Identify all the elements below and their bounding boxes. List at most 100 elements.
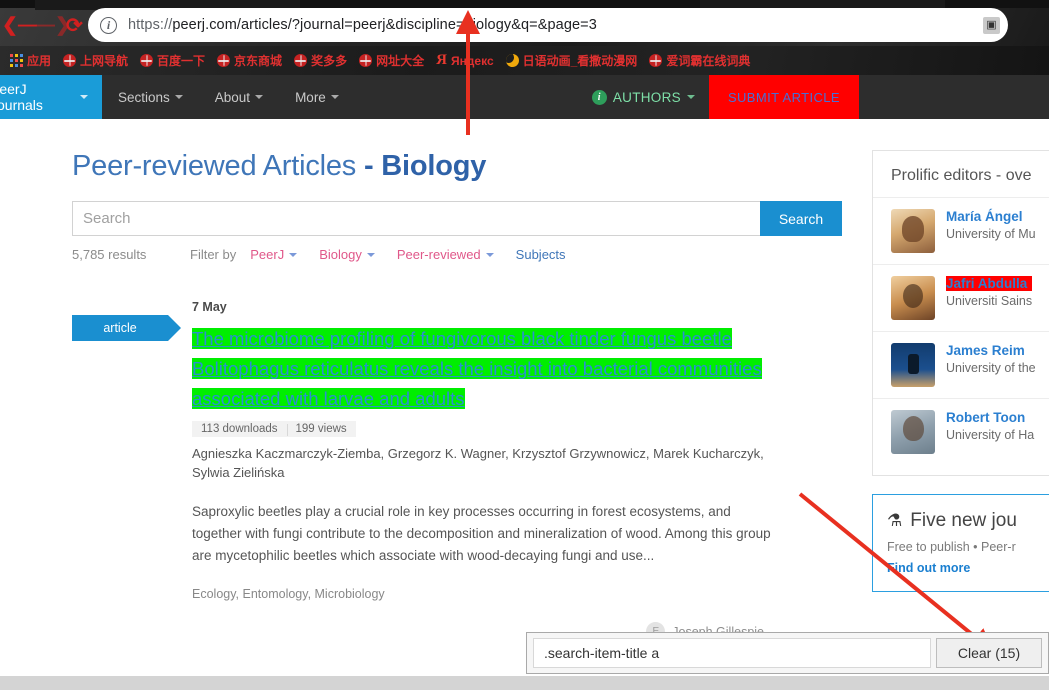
editor-list-item[interactable]: Robert Toon University of Ha xyxy=(873,398,1049,465)
article-type-badge: article xyxy=(72,315,181,341)
article-result-item: article 7 May The microbiome profiling o… xyxy=(72,300,862,661)
bookmark-item-6[interactable]: Я Яндекс xyxy=(430,46,500,75)
article-abstract: Saproxylic beetles play a crucial role i… xyxy=(192,504,771,563)
bookmark-label: 应用 xyxy=(27,54,52,68)
page-title-dash: - xyxy=(363,150,382,182)
search-input[interactable] xyxy=(72,201,760,236)
editor-name[interactable]: James Reim xyxy=(946,343,1036,358)
promo-title: ⚗ Five new jou xyxy=(887,510,1049,532)
article-date: 7 May xyxy=(192,300,227,314)
filter-label: Peer-reviewed xyxy=(396,247,481,262)
bottom-strip xyxy=(0,676,1049,690)
editor-list-item[interactable]: James Reim University of the xyxy=(873,331,1049,398)
flask-icon: ⚗ xyxy=(887,511,903,530)
brand-label: PeerJ Journals xyxy=(0,81,43,113)
editor-name[interactable]: Robert Toon xyxy=(946,410,1034,425)
card-title: Prolific editors - ove xyxy=(891,167,1032,184)
nav-tail xyxy=(859,75,1049,119)
site-info-icon[interactable]: i xyxy=(100,16,117,34)
brand-peerj-journals[interactable]: PeerJ Journals xyxy=(0,75,102,119)
bookmark-label: 日语动画_看撒动漫网 xyxy=(522,54,638,68)
filter-subjects[interactable]: Subjects xyxy=(516,247,566,262)
bookmark-item-3[interactable]: 京东商城 xyxy=(211,46,288,75)
bookmark-item-2[interactable]: 百度一下 xyxy=(134,46,211,75)
filter-by-label: Filter by xyxy=(190,247,237,262)
results-count: 5,785 results xyxy=(72,247,147,262)
bookmark-item-8[interactable]: 爱词霸在线词典 xyxy=(643,46,756,75)
filter-label: Biology xyxy=(319,247,362,262)
reload-icon[interactable]: ⟳ xyxy=(66,12,83,40)
prolific-editors-card: Prolific editors - ove María Ángel Unive… xyxy=(872,150,1049,476)
avatar xyxy=(891,209,935,253)
globe-icon xyxy=(63,54,77,67)
chevron-down-icon xyxy=(330,95,339,99)
address-bar-url: https://peerj.com/articles/?journal=peer… xyxy=(128,17,597,33)
bookmark-label: 京东商城 xyxy=(234,54,283,68)
search-button[interactable]: Search xyxy=(760,201,842,236)
nav-label: Sections xyxy=(118,89,170,105)
bookmarks-bar: 应用 上网导航 百度一下 京东商城 奖多多 网址大全 Я Яндекс 日语动画 xyxy=(0,46,1049,75)
right-sidebar: Prolific editors - ove María Ángel Unive… xyxy=(872,150,1049,592)
bookmark-label: 网址大全 xyxy=(376,54,425,68)
editor-affiliation: Universiti Sains xyxy=(946,294,1033,308)
navigation-buttons: ❮— —❯ ⟳ xyxy=(0,12,90,40)
submit-article-button[interactable]: SUBMIT ARTICLE xyxy=(708,75,859,119)
nav-label: More xyxy=(295,89,326,105)
avatar xyxy=(891,343,935,387)
bookmark-label: 上网导航 xyxy=(80,54,129,68)
nav-item-authors[interactable]: i AUTHORS xyxy=(578,75,709,119)
filter-biology[interactable]: Biology xyxy=(319,247,375,262)
article-title-link[interactable]: The microbiome profiling of fungivorous … xyxy=(192,328,762,409)
article-title-wrapper: The microbiome profiling of fungivorous … xyxy=(192,324,767,414)
bookmark-label: 爱词霸在线词典 xyxy=(666,54,751,68)
filter-peer-reviewed[interactable]: Peer-reviewed xyxy=(397,247,494,262)
bookmark-item-7[interactable]: 日语动画_看撒动漫网 xyxy=(500,46,644,75)
yandex-icon: Я xyxy=(436,52,447,68)
info-icon: i xyxy=(591,89,607,105)
nav-item-about[interactable]: About xyxy=(199,75,279,119)
promo-card[interactable]: ⚗ Five new jou Free to publish • Peer-r … xyxy=(872,494,1049,592)
bookmark-item-apps[interactable]: 应用 xyxy=(4,46,57,75)
globe-icon xyxy=(140,54,154,67)
article-authors: Agnieszka Kaczmarczyk-Ziemba, Grzegorz K… xyxy=(192,446,764,480)
editor-affiliation: University of Ha xyxy=(946,428,1035,442)
editor-name[interactable]: Jafri Abdulla xyxy=(946,276,1033,291)
bookmark-item-5[interactable]: 网址大全 xyxy=(353,46,430,75)
globe-icon xyxy=(649,54,663,67)
views-count: 199 views xyxy=(286,421,356,437)
filter-peerj[interactable]: PeerJ xyxy=(250,247,298,262)
editor-list-item[interactable]: María Ángel University of Mu xyxy=(873,197,1049,264)
main-column: Peer-reviewed Articles - Biology Search … xyxy=(72,150,862,661)
nav-label: AUTHORS xyxy=(612,89,681,105)
url-scheme: https:// xyxy=(128,17,173,33)
promo-find-out-more-link[interactable]: Find out more xyxy=(887,561,1049,575)
bookmark-label: Яндекс xyxy=(450,53,494,68)
back-arrow-icon[interactable]: ❮— xyxy=(2,12,37,40)
globe-icon xyxy=(217,54,231,67)
article-body: 7 May The microbiome profiling of fungiv… xyxy=(192,300,862,601)
find-input[interactable] xyxy=(533,638,931,668)
clear-button[interactable]: Clear (15) xyxy=(936,638,1042,668)
editor-list-item[interactable]: Jafri Abdulla Universiti Sains xyxy=(873,264,1049,331)
bookmark-item-4[interactable]: 奖多多 xyxy=(288,46,353,75)
editor-info: María Ángel University of Mu xyxy=(946,209,1036,241)
editor-info: Robert Toon University of Ha xyxy=(946,410,1034,442)
apps-grid-icon xyxy=(10,54,23,67)
chevron-down-icon xyxy=(289,252,298,257)
extension-icon[interactable]: ▣ xyxy=(983,17,1000,34)
nav-item-sections[interactable]: Sections xyxy=(102,75,199,119)
editor-name[interactable]: María Ángel xyxy=(946,209,1036,224)
nav-item-more[interactable]: More xyxy=(279,75,355,119)
editor-info: James Reim University of the xyxy=(946,343,1036,375)
browser-chrome: ❮— —❯ ⟳ i https://peerj.com/articles/?jo… xyxy=(0,0,1049,75)
promo-subtitle: Free to publish • Peer-r xyxy=(887,540,1016,554)
devtools-find-bar: Clear (15) xyxy=(526,632,1049,674)
bookmark-label: 奖多多 xyxy=(311,54,348,68)
globe-icon xyxy=(294,54,308,67)
address-bar[interactable]: i https://peerj.com/articles/?journal=pe… xyxy=(88,8,1008,42)
chevron-down-icon xyxy=(174,95,183,99)
bookmark-item-1[interactable]: 上网导航 xyxy=(57,46,134,75)
page-title: Peer-reviewed Articles - Biology xyxy=(72,150,862,183)
globe-icon xyxy=(359,54,373,67)
